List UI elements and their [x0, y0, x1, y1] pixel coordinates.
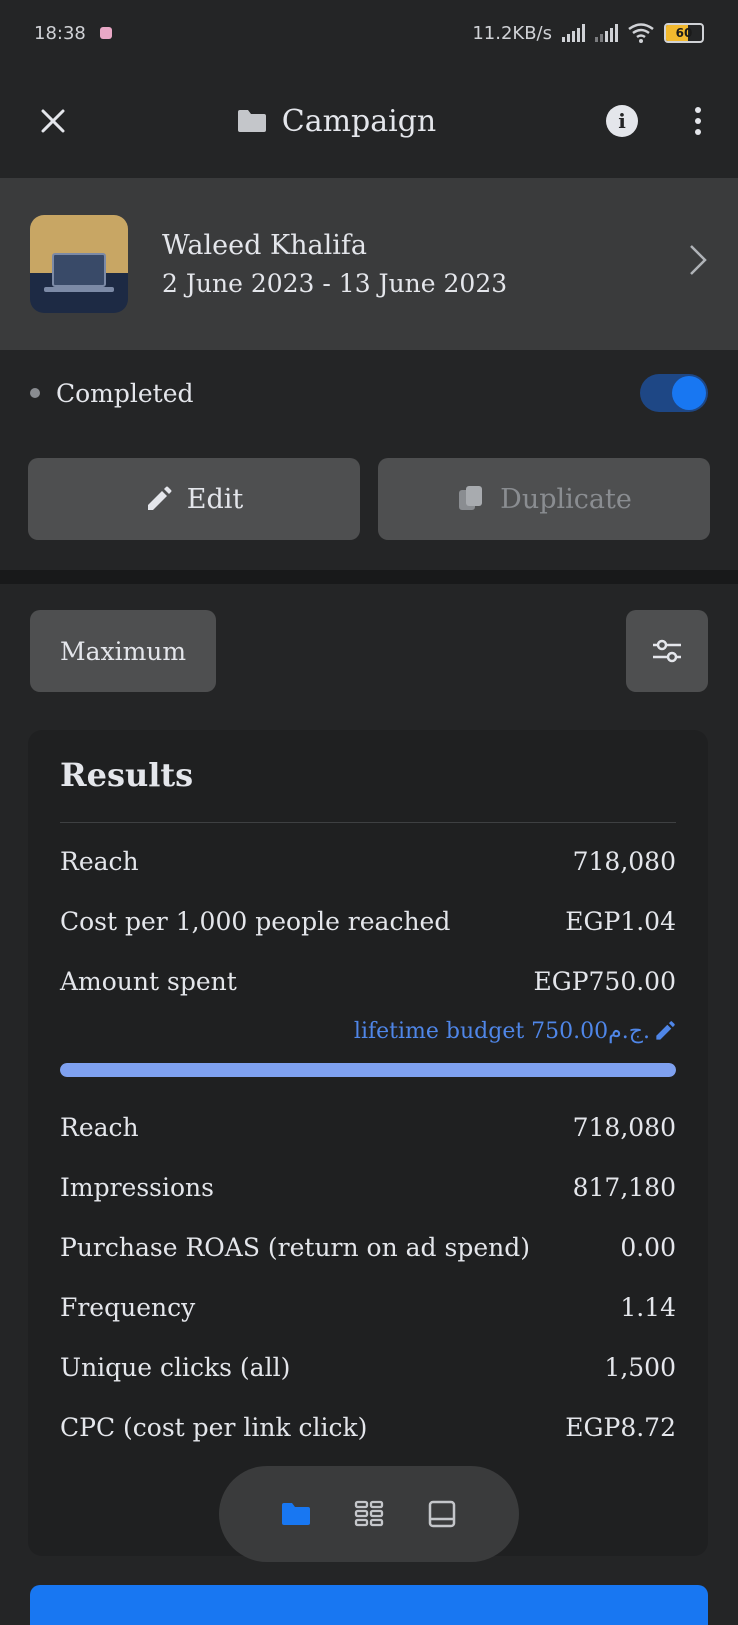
- primary-metrics: Reach 718,080 Cost per 1,000 people reache…: [60, 831, 676, 1011]
- campaign-toggle[interactable]: [640, 374, 708, 412]
- bottom-nav: [219, 1466, 519, 1562]
- metric-value: EGP8.72: [565, 1412, 676, 1442]
- toggle-knob: [672, 376, 706, 410]
- status-text: Completed: [56, 378, 194, 408]
- metric-value: 0.00: [620, 1232, 676, 1262]
- battery-icon: 60: [664, 23, 704, 43]
- metric-label: Frequency: [60, 1292, 196, 1322]
- metric-row: Unique clicks (all) 1,500: [60, 1337, 676, 1397]
- metric-value: 718,080: [572, 846, 676, 876]
- metric-row: Frequency 1.14: [60, 1277, 676, 1337]
- close-icon[interactable]: [40, 108, 66, 134]
- ad-preview-icon: [429, 1500, 456, 1528]
- metric-row: Amount spent EGP750.00: [60, 951, 676, 1011]
- page-title: Campaign: [236, 103, 437, 139]
- wifi-icon: [628, 23, 654, 43]
- page-title-text: Campaign: [281, 103, 437, 139]
- metric-row: Cost per 1,000 people reached EGP1.04: [60, 891, 676, 951]
- campaign-name: Waleed Khalifa: [162, 230, 367, 261]
- secondary-metrics: Reach 718,080 Impressions 817,180 Purchase R…: [60, 1097, 676, 1457]
- maximum-label: Maximum: [60, 636, 187, 666]
- metric-value: 1.14: [620, 1292, 676, 1322]
- action-row: Edit Duplicate: [0, 436, 738, 570]
- metric-row: CPC (cost per link click) EGP8.72: [60, 1397, 676, 1457]
- nav-ad-preview[interactable]: [417, 1489, 467, 1539]
- status-right: 11.2KB/s 60: [472, 23, 704, 44]
- metric-label: CPC (cost per link click): [60, 1412, 368, 1442]
- edit-button[interactable]: Edit: [28, 458, 360, 540]
- maximum-button[interactable]: Maximum: [30, 610, 217, 692]
- sliders-icon: [653, 639, 681, 663]
- folder-icon: [237, 110, 266, 132]
- campaign-dates: 2 June 2023 - 13 June 2023: [162, 269, 508, 298]
- campaign-status-row: Completed: [0, 350, 738, 436]
- nav-grid[interactable]: [344, 1489, 394, 1539]
- section-divider: [0, 570, 738, 584]
- campaign-summary[interactable]: Waleed Khalifa 2 June 2023 - 13 June 202…: [0, 178, 738, 350]
- bottom-primary-button[interactable]: [30, 1585, 708, 1625]
- metric-label: Cost per 1,000 people reached: [60, 906, 451, 936]
- metric-row: Impressions 817,180: [60, 1157, 676, 1217]
- duplicate-label: Duplicate: [500, 483, 632, 515]
- status-left: 18:38: [34, 23, 112, 44]
- metric-label: Impressions: [60, 1172, 214, 1202]
- status-dot-icon: [30, 388, 40, 398]
- grid-icon: [354, 1500, 384, 1527]
- budget-progress-bar: [60, 1063, 676, 1077]
- results-divider: [60, 822, 676, 823]
- filter-settings-button[interactable]: [626, 610, 708, 692]
- metric-value: 1,500: [604, 1352, 676, 1382]
- metric-label: Unique clicks (all): [60, 1352, 291, 1382]
- network-speed: 11.2KB/s: [472, 22, 552, 44]
- app-header: Campaign i: [0, 66, 738, 176]
- info-icon[interactable]: i: [606, 105, 638, 137]
- metric-label: Purchase ROAS (return on ad spend): [60, 1232, 530, 1262]
- filter-row: Maximum: [0, 584, 738, 718]
- metric-value: EGP750.00: [533, 966, 676, 996]
- clock: 18:38: [34, 22, 86, 44]
- notification-icon: [99, 27, 112, 39]
- metric-value: 718,080: [572, 1112, 676, 1142]
- metric-label: Amount spent: [60, 966, 237, 996]
- results-card: Results Reach 718,080 Cost per 1,000 peopl…: [28, 730, 708, 1556]
- header-actions: i: [606, 105, 708, 137]
- chevron-right-icon: [688, 243, 708, 286]
- duplicate-icon: [459, 486, 483, 510]
- folder-icon: [281, 1503, 310, 1525]
- signal-icon-2: [595, 24, 618, 42]
- nav-folder[interactable]: [271, 1489, 321, 1539]
- metric-row: Purchase ROAS (return on ad spend) 0.00: [60, 1217, 676, 1277]
- results-title: Results: [60, 756, 194, 794]
- pencil-icon: [656, 1021, 675, 1040]
- signal-icon: [562, 24, 585, 42]
- metric-value: 817,180: [572, 1172, 676, 1202]
- lifetime-budget-link[interactable]: lifetime budget 750.00ج.م.: [60, 1011, 676, 1051]
- edit-label: Edit: [186, 483, 244, 515]
- budget-progress-fill: [60, 1063, 676, 1077]
- metric-row: Reach 718,080: [60, 1097, 676, 1157]
- campaign-thumbnail: [30, 215, 128, 313]
- status-bar: 18:38 11.2KB/s 60: [0, 0, 738, 66]
- status-label: Completed: [30, 379, 194, 408]
- metric-label: Reach: [60, 846, 139, 876]
- lifetime-budget-text: lifetime budget 750.00ج.م.: [353, 1018, 650, 1044]
- metric-label: Reach: [60, 1112, 139, 1142]
- pencil-icon: [147, 486, 172, 510]
- duplicate-button[interactable]: Duplicate: [378, 458, 710, 540]
- metric-value: EGP1.04: [565, 906, 676, 936]
- campaign-info: Waleed Khalifa 2 June 2023 - 13 June 202…: [162, 230, 688, 298]
- metric-row: Reach 718,080: [60, 831, 676, 891]
- more-icon[interactable]: [688, 107, 708, 135]
